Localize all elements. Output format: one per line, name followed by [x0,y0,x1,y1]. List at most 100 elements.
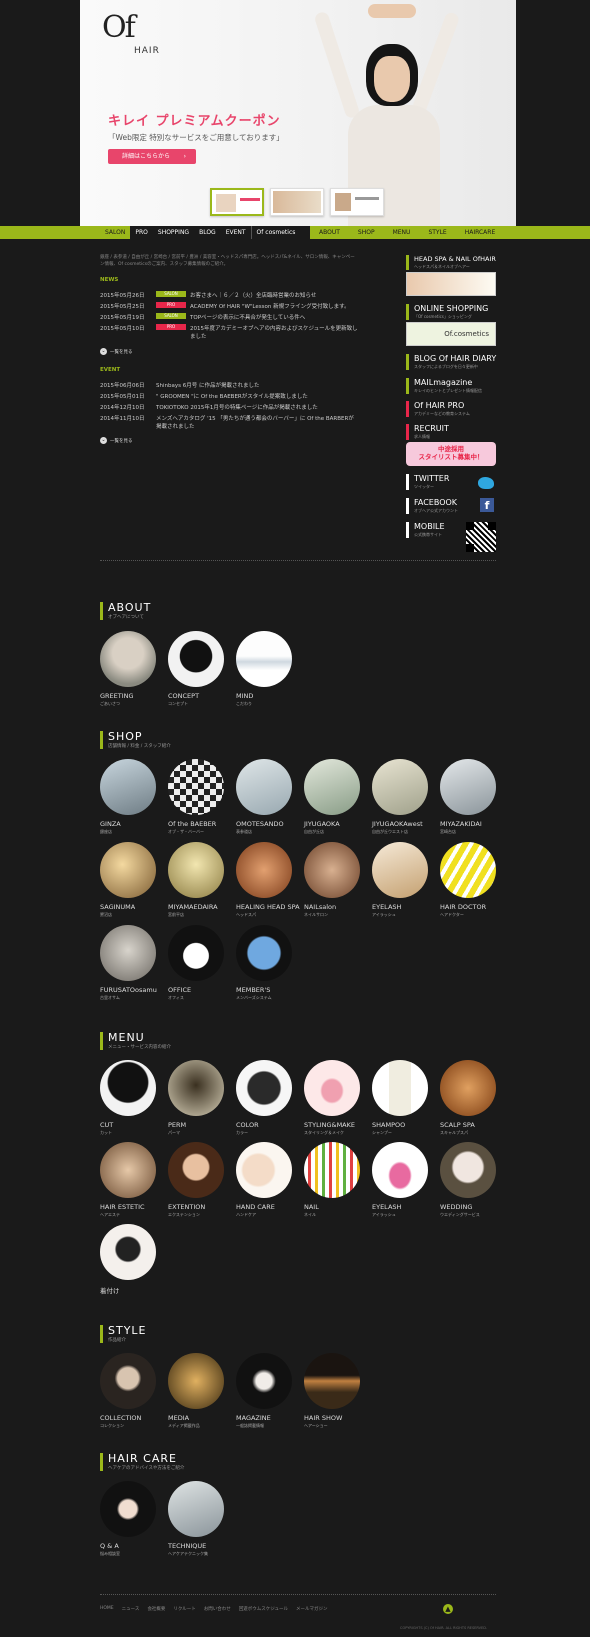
hero-banner: Of HAIR キレイ プレミアムクーポン 「Web限定 特別なサービスをご用意… [80,0,516,226]
shop-healing-head-spa[interactable]: HEALING HEAD SPA ヘッドスパ [236,842,300,918]
menu-hand-care[interactable]: HAND CARE ハンドケア [236,1142,292,1218]
shop-nailsalon[interactable]: NAILsalon ネイルサロン [304,842,360,918]
menu-extention[interactable]: EXTENTION エクステンション [168,1142,224,1218]
footer-divider [100,1594,496,1595]
event-more-link[interactable]: ⌄ 一覧を見る [100,437,133,444]
slide-thumb-1[interactable] [210,188,264,216]
about-greeting[interactable]: GREETING ごあいさつ [100,631,156,707]
style-media[interactable]: MEDIA メディア掲載作品 [168,1353,224,1429]
shop-office[interactable]: OFFICE オフィス [168,925,224,1001]
nav-shopping[interactable]: SHOPPING [152,226,195,239]
menu-scalp-spa[interactable]: SCALP SPA スキャルプスパ [440,1060,496,1136]
intro-text: 銀座 / 表参道 / 自由が丘 / 宮崎台 / 宮前平 / 豊洲 / 美容室・ヘ… [100,255,355,267]
sidebar-recruit[interactable]: RECRUIT 求人情報 [406,424,498,440]
site-logo[interactable]: Of HAIR [102,10,172,60]
nav-haircare[interactable]: HAIRCARE [456,226,505,239]
copyright: COPYRIGHTS (C) Of HAIR. ALL RIGHTS RESER… [400,1626,488,1630]
menu-shampoo[interactable]: SHAMPOO シャンプー [372,1060,428,1136]
menu-nail[interactable]: NAIL ネイル [304,1142,360,1218]
shop-eyelash[interactable]: EYELASH アイラッシュ [372,842,428,918]
shop-hair-doctor[interactable]: HAIR DOCTOR ヘアドクター [440,842,496,918]
logo-of: Of [102,10,136,45]
event-label: EVENT [100,367,121,373]
shop-of-the-baeber[interactable]: Of the BAEBER オブ・ザ・バーバー [168,759,224,835]
menu-cut[interactable]: CUT カット [100,1060,156,1136]
sidebar-blog[interactable]: BLOG Of HAIR DIARY スタッフによるブログを日々更新中 [406,354,498,370]
news-label: NEWS [100,277,119,283]
style-magazine[interactable]: MAGAZINE 一般誌掲載情報 [236,1353,292,1429]
about-mind[interactable]: MIND こだわり [236,631,292,707]
footer-recruit[interactable]: リクルート [173,1606,195,1612]
menu-eyelash[interactable]: EYELASH アイラッシュ [372,1142,428,1218]
nav-shop[interactable]: SHOP [349,226,384,239]
event-item[interactable]: 2014年11月10日 メンズヘアカタログ '15 「男たちが通う都会のバーバー」… [100,414,360,430]
haircare-qa[interactable]: Q & A 悩み相談室 [100,1481,156,1557]
nav-blog[interactable]: BLOG [194,226,221,239]
event-item[interactable]: 2015年06月06日 Shinbays 6月号 に作品が掲載されました [100,381,360,389]
recruit-banner[interactable]: 中途採用 スタイリスト募集中！ [406,442,496,466]
menu-color[interactable]: COLOR カラー [236,1060,292,1136]
nav-of-cosmetics[interactable]: Of cosmetics [250,226,301,239]
news-item[interactable]: 2015年05月26日 SALON お客さまへ｜６／２（火）全店臨時営業のお知らせ [100,291,360,299]
sidebar-shopping[interactable]: ONLINE SHOPPING 「Of cosmetics」ショッピング [406,304,498,320]
news-item[interactable]: 2015年05月25日 PRO ACADEMY Of HAIR "W"Lesson … [100,302,360,310]
menu-hair-estetic[interactable]: HAIR ESTETIC ヘアエステ [100,1142,156,1218]
hero-title: キレイ プレミアムクーポン [108,114,281,129]
sidebar-pro[interactable]: Of HAIR PRO アカデミーなどの教育システム [406,401,498,417]
haircare-technique[interactable]: TECHNIQUE ヘアケアテクニック集 [168,1481,224,1557]
sidebar-headspa[interactable]: HEAD SPA & NAIL OfHAIR ヘッドスパ＆ネイルオブヘアー [406,255,498,270]
shop-jiyugaoka[interactable]: JIYUGAOKA 自由が丘店 [304,759,360,835]
footer-home[interactable]: HOME [100,1606,114,1612]
news-more-link[interactable]: ⌄ 一覧を見る [100,348,133,355]
footer-news[interactable]: ニュース [122,1606,140,1612]
coupon-detail-button[interactable]: 詳細はこちらから [108,149,196,164]
news-item[interactable]: 2015年05月19日 SALON TOPページの表示に不具合が発生している件へ [100,313,360,321]
menu-kitsuke[interactable]: 着付け [100,1224,156,1296]
event-item[interactable]: 2015年05月01日 " GROOMEN "に Of the BAEBERがスタ… [100,392,360,400]
divider [100,560,496,561]
shop-furusatoosamu[interactable]: FURUSATOosamu 古里オサム [100,925,157,1001]
footer-company[interactable]: 会社概要 [147,1606,165,1612]
footer-schedule[interactable]: 回遊ボウムスケジュール [239,1606,288,1612]
haircare-heading: HAIR CARE ヘアケアのアドバイスや方法をご紹介 [100,1453,184,1471]
slide-thumb-3[interactable] [330,188,384,216]
nav-salon[interactable]: SALON [100,226,131,239]
about-heading: ABOUT オブヘアについて [100,602,151,620]
nav-about[interactable]: ABOUT [310,226,349,239]
menu-perm[interactable]: PERM パーマ [168,1060,224,1136]
nav-pro[interactable]: PRO [130,226,153,239]
headspa-banner[interactable] [406,272,496,296]
style-collection[interactable]: COLLECTION コレクション [100,1353,156,1429]
twitter-icon[interactable] [478,477,494,489]
menu-wedding[interactable]: WEDDING ウエディングサービス [440,1142,496,1218]
style-heading: STYLE 作品紹介 [100,1325,147,1343]
main-nav: SALON PRO SHOPPING BLOG EVENT Of cosmeti… [0,226,590,239]
shop-ginza[interactable]: GINZA 銀座店 [100,759,156,835]
shop-miyazakidai[interactable]: MIYAZAKIDAI 宮崎台店 [440,759,496,835]
news-item[interactable]: 2015年05月10日 PRO 2015年度アカデミーオブヘアの内容およびスケジュー… [100,324,360,340]
shop-saginuma[interactable]: SAGINUMA 鷺沼店 [100,842,156,918]
nav-event[interactable]: EVENT [220,226,251,239]
menu-styling-make[interactable]: STYLING&MAKE スタイリング＆メイク [304,1060,360,1136]
hero-subtitle: 「Web限定 特別なサービスをご用意しております」 [108,133,284,142]
about-concept[interactable]: CONCEPT コンセプト [168,631,224,707]
style-hair-show[interactable]: HAIR SHOW ヘアーショー [304,1353,360,1429]
nav-style[interactable]: STYLE [419,226,455,239]
footer-contact[interactable]: お問い合わせ [204,1606,231,1612]
shop-miyamaedaira[interactable]: MIYAMAEDAIRA 宮前平店 [168,842,224,918]
event-item[interactable]: 2014年12月10日 TOKIOTOKO 2015年1月号の特集ページに作品が掲… [100,403,360,411]
slide-thumbnails [210,188,384,216]
shop-heading: SHOP 店舗情報 / 料金 / スタッフ紹介 [100,731,171,749]
shop-jiyugaokawest[interactable]: JIYUGAOKAwest 自由が丘ウエスト店 [372,759,428,835]
of-cosmetics-banner[interactable]: Of.cosmetics [406,322,496,346]
nav-menu[interactable]: MENU [384,226,420,239]
shop-members[interactable]: MEMBER'S メンバーズシステム [236,925,292,1001]
shop-omotesando[interactable]: OMOTESANDO 表参道店 [236,759,292,835]
page-top-button[interactable]: ▲ [443,1604,453,1614]
sidebar-mailmagazine[interactable]: MAILmagazine キレイのヒントとプレゼント情報配信 [406,378,498,394]
logo-hair: HAIR [134,46,160,56]
footer-mailmagazine[interactable]: メールマガジン [296,1606,328,1612]
chevron-down-icon: ⌄ [100,348,107,355]
facebook-icon[interactable]: f [480,498,494,512]
slide-thumb-2[interactable] [270,188,324,216]
